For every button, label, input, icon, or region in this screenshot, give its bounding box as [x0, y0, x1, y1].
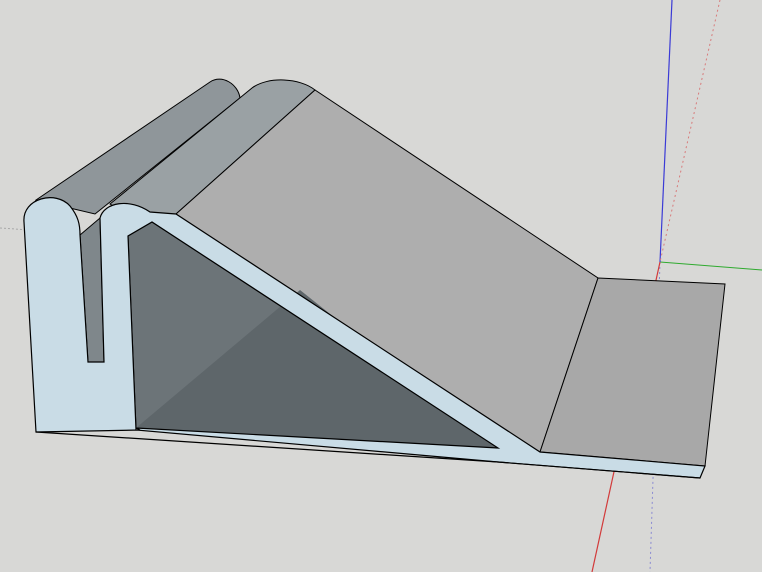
- green-axis: [659, 261, 762, 271]
- 3d-scene[interactable]: [0, 0, 762, 572]
- red-axis-dotted: [659, 0, 721, 263]
- blue-axis: [659, 0, 673, 263]
- sketchup-viewport[interactable]: [0, 0, 762, 572]
